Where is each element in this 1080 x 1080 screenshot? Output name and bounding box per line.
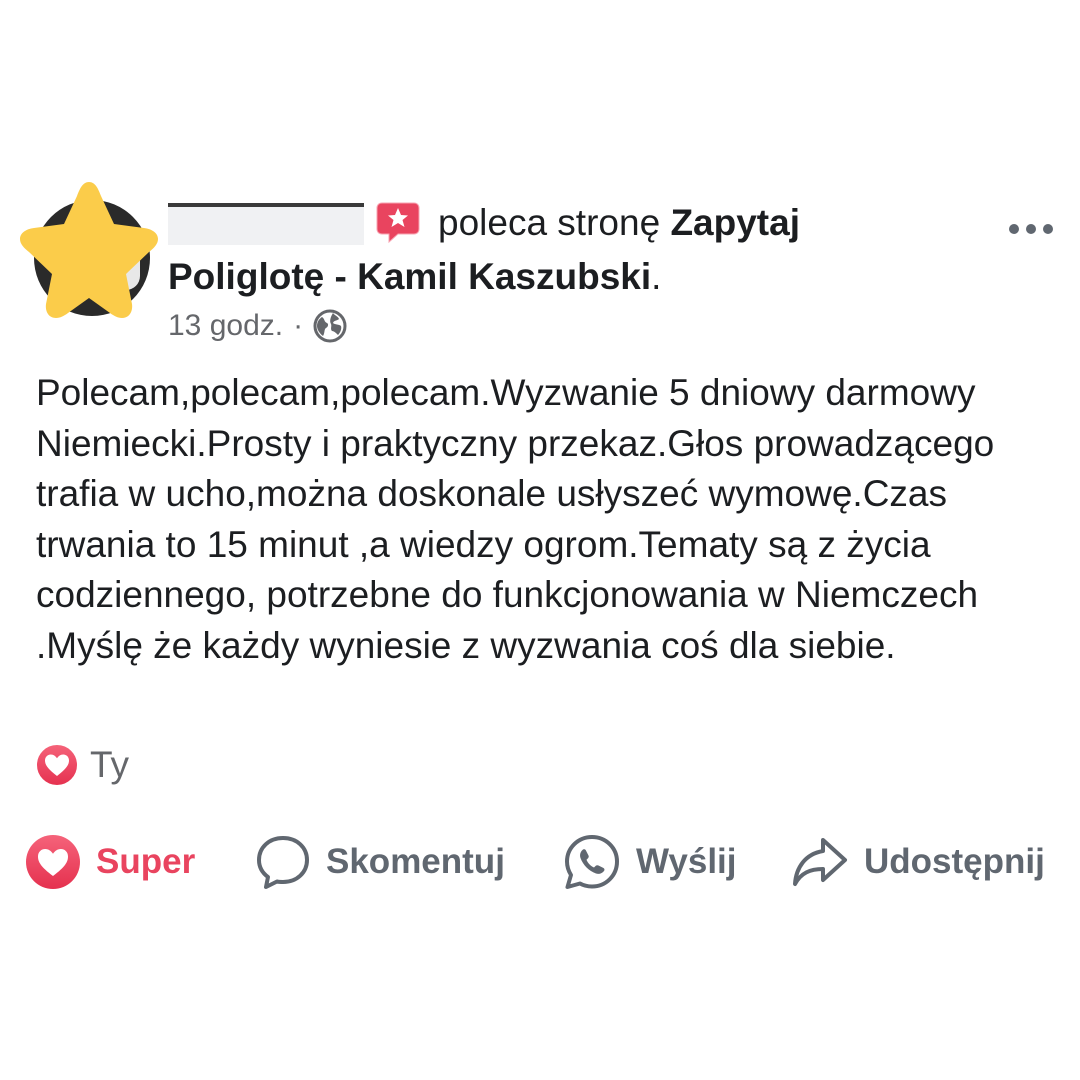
reactions-summary[interactable]: Ty [34,740,129,790]
action-text: poleca stronę [438,202,661,243]
comment-button[interactable]: Skomentuj [254,830,505,894]
send-button[interactable]: Wyślij [562,830,737,894]
action-bar: Super Skomentuj Wyślij Udostępnij [24,830,1064,894]
author-name-redacted[interactable] [168,203,364,245]
post-meta: 13 godz. · [168,306,347,346]
star-icon [20,182,158,318]
share-arrow-icon [793,838,847,886]
reactions-label: Ty [90,744,130,785]
send-label: Wyślij [636,842,737,881]
dot-icon [1043,224,1053,234]
share-label: Udostępnij [864,842,1045,881]
comment-icon [257,836,309,889]
recommendation-icon [376,202,420,244]
whatsapp-icon [565,835,619,889]
post-timestamp[interactable]: 13 godz. [168,309,283,343]
love-reaction-icon [35,743,79,787]
dot-icon [1026,224,1036,234]
globe-icon[interactable] [313,309,347,343]
like-label: Super [96,842,196,881]
title-period: . [651,256,662,297]
love-icon [26,835,80,889]
post-header: poleca stronę Zapytaj Poliglotę - Kamil … [18,178,1068,348]
like-button[interactable]: Super [24,830,195,894]
post-title: poleca stronę Zapytaj Poliglotę - Kamil … [168,196,938,304]
comment-label: Skomentuj [326,842,505,881]
post-body: Polecam,polecam,polecam.Wyzwanie 5 dniow… [36,372,995,666]
share-button[interactable]: Udostępnij [790,830,1045,894]
meta-separator: · [293,309,304,342]
more-options-button[interactable] [996,214,1066,244]
avatar[interactable] [18,178,160,320]
dot-icon [1009,224,1019,234]
